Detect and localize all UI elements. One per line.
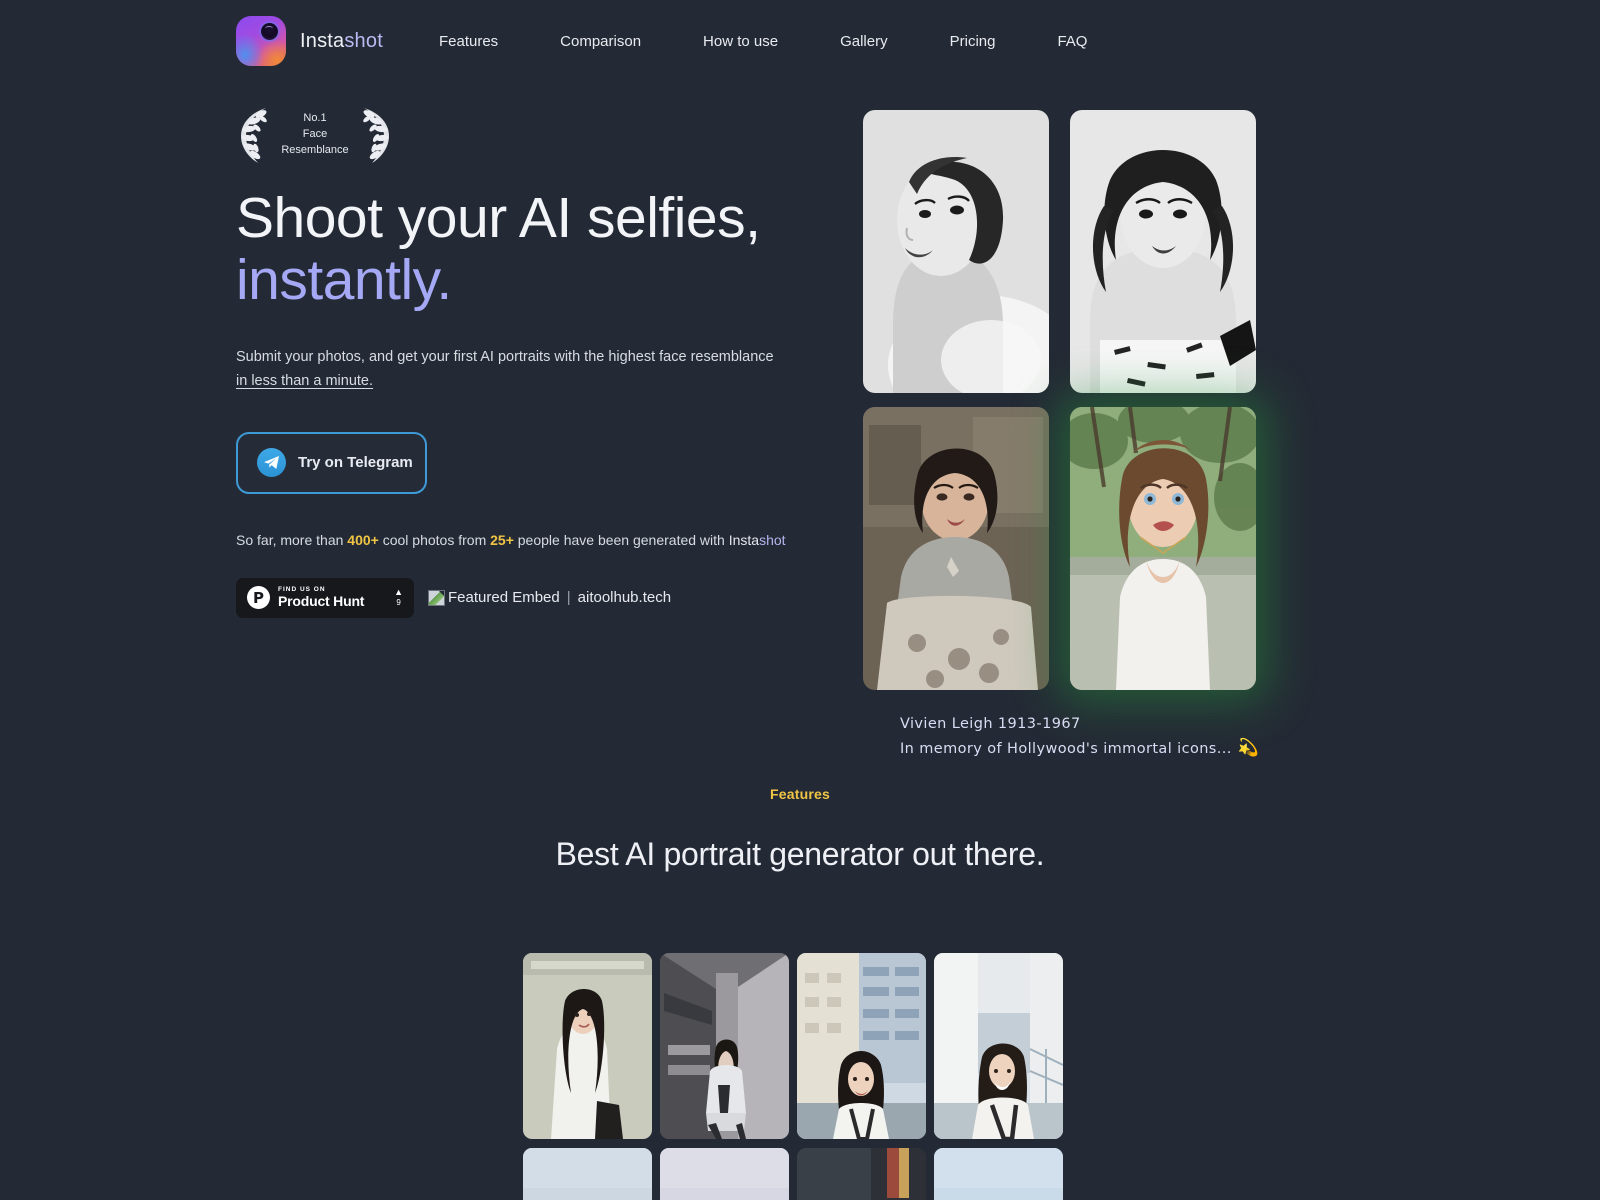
award-label: Face Resemblance — [281, 128, 349, 156]
product-hunt-vote-count: 9 — [396, 598, 401, 608]
product-hunt-icon: P — [247, 586, 270, 610]
broken-image-icon — [428, 589, 445, 606]
gallery-image-6[interactable] — [660, 1148, 789, 1200]
laurel-right-icon — [363, 108, 389, 163]
laurel-left-icon — [241, 108, 267, 163]
nav-link-gallery[interactable]: Gallery — [840, 25, 888, 58]
hero-subtitle-link[interactable]: in less than a minute. — [236, 373, 373, 389]
featured-embed-separator: | — [566, 589, 571, 607]
stats-suffix: people have been generated with — [513, 531, 729, 548]
featured-embed-badge[interactable]: Featured Embed | aitoolhub.tech — [428, 589, 671, 606]
gallery-image-1[interactable] — [523, 953, 652, 1139]
gallery-row-1 — [523, 953, 1083, 1139]
features-eyebrow: Features — [770, 786, 830, 802]
vivien-leigh-portrait-bw-2[interactable] — [1070, 110, 1256, 393]
camera-lens-icon — [261, 23, 278, 40]
nav-links: Features Comparison How to use Gallery P… — [439, 25, 1088, 58]
page-title: Shoot your AI selfies, instantly. — [236, 186, 806, 312]
gallery-image-4[interactable] — [934, 953, 1063, 1139]
gallery-image-3[interactable] — [797, 953, 926, 1139]
upvote-caret-icon: ▲ — [394, 587, 403, 598]
try-on-telegram-button[interactable]: Try on Telegram — [236, 431, 427, 494]
telegram-icon — [257, 448, 286, 478]
headline-line-2: instantly. — [236, 247, 452, 312]
top-navigation-bar: Instashot Features Comparison How to use… — [0, 0, 1600, 82]
gallery-image-7[interactable] — [797, 1148, 926, 1200]
caption-line-1: Vivien Leigh 1913-1967 — [900, 716, 1081, 732]
hero-image-row-1 — [863, 110, 1256, 393]
product-hunt-badge[interactable]: P FIND US ON Product Hunt ▲ 9 — [236, 577, 414, 618]
brand-name: Instashot — [300, 30, 383, 53]
vivien-leigh-portrait-bw-1[interactable] — [863, 110, 1049, 393]
ai-generated-portrait-glow[interactable] — [1070, 407, 1256, 690]
caption-line-2-wrap: In memory of Hollywood's immortal icons.… — [900, 735, 1259, 761]
featured-embed-alt-text: Featured Embed — [448, 589, 560, 607]
stats-prefix: So far, more than — [236, 531, 348, 548]
brand-name-accent: shot — [344, 29, 383, 52]
brand-logo[interactable]: Instashot — [236, 16, 383, 66]
badge-row: P FIND US ON Product Hunt ▲ 9 Featured E… — [236, 577, 806, 618]
stats-middle: cool photos from — [378, 531, 491, 548]
hero-image-caption: Vivien Leigh 1913-1967 In memory of Holl… — [900, 713, 1259, 762]
nav-link-features[interactable]: Features — [439, 25, 498, 58]
headline-line-1: Shoot your AI selfies, — [236, 186, 761, 250]
hero-subtitle: Submit your photos, and get your first A… — [236, 345, 788, 394]
instashot-logo-icon — [236, 16, 286, 66]
features-title: Best AI portrait generator out there. — [555, 836, 1045, 872]
usage-stats: So far, more than 400+ cool photos from … — [236, 532, 806, 548]
stats-photo-count: 400+ — [347, 531, 379, 548]
stats-brand-accent: shot — [759, 531, 786, 548]
stats-brand-main: Insta — [728, 531, 760, 548]
hero-image-grid — [863, 110, 1256, 690]
hero-left-column: No.1 Face Resemblance Shoot your AI self… — [236, 104, 806, 618]
nav-link-pricing[interactable]: Pricing — [950, 25, 996, 58]
product-hunt-votes: ▲ 9 — [394, 588, 403, 607]
nav-link-comparison[interactable]: Comparison — [560, 25, 641, 58]
nav-link-faq[interactable]: FAQ — [1057, 25, 1087, 58]
hero-subtitle-plain: Submit your photos, and get your first A… — [236, 349, 774, 366]
award-badge: No.1 Face Resemblance — [236, 104, 394, 166]
award-rank: No.1 — [303, 112, 327, 125]
gallery-image-8[interactable] — [934, 1148, 1063, 1200]
vivien-leigh-portrait-color-1[interactable] — [863, 407, 1049, 690]
product-hunt-name: Product Hunt — [278, 592, 365, 609]
nav-link-how-to-use[interactable]: How to use — [703, 25, 778, 58]
stats-people-count: 25+ — [490, 531, 514, 548]
dizzy-star-icon: 💫 — [1237, 738, 1260, 759]
hero-image-row-2 — [863, 407, 1256, 690]
stats-brand-link[interactable]: Instashot — [729, 532, 786, 548]
try-on-telegram-label: Try on Telegram — [298, 454, 413, 472]
gallery-image-2[interactable] — [660, 953, 789, 1139]
award-text: No.1 Face Resemblance — [274, 111, 356, 159]
brand-name-main: Insta — [300, 29, 345, 52]
gallery-image-5[interactable] — [523, 1148, 652, 1200]
caption-line-2: In memory of Hollywood's immortal icons.… — [900, 741, 1232, 758]
product-hunt-text: FIND US ON Product Hunt — [278, 586, 394, 609]
gallery-row-2 — [523, 1148, 1083, 1200]
features-gallery — [523, 953, 1083, 1200]
featured-embed-source: aitoolhub.tech — [577, 589, 672, 607]
